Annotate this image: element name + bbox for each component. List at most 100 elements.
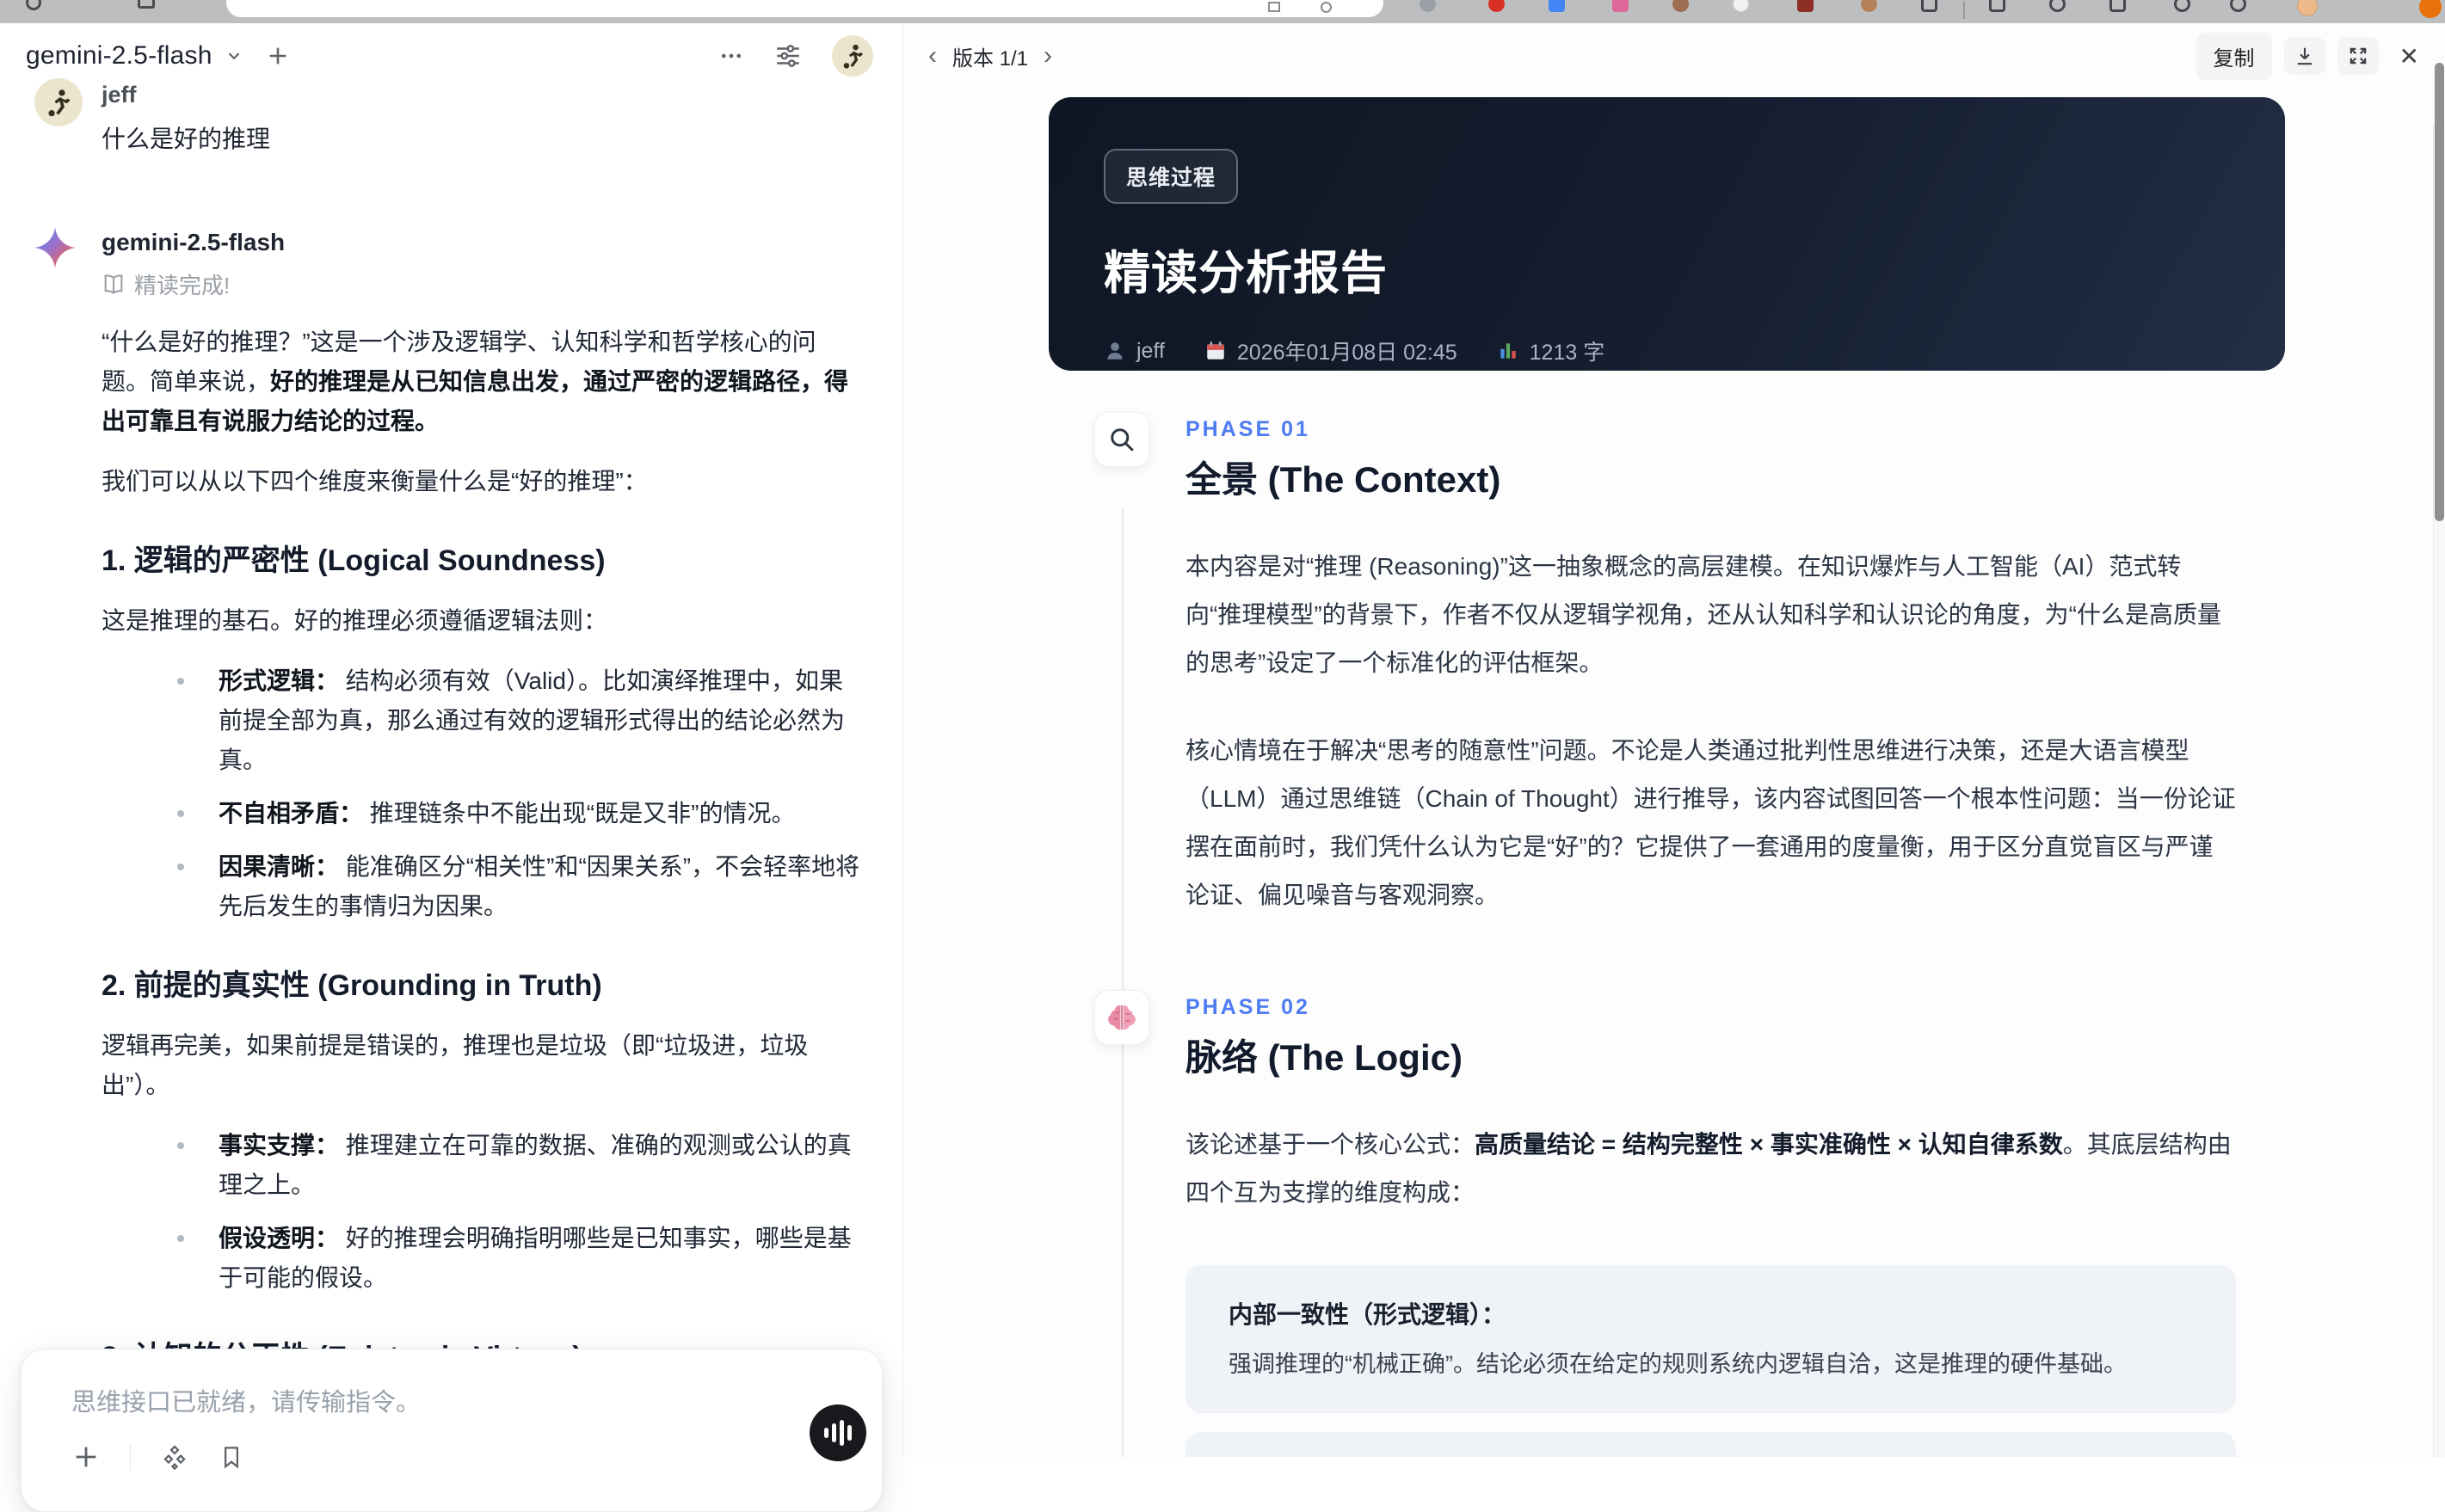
assistant-name: gemini-2.5-flash bbox=[102, 229, 859, 256]
list-item: 事实支撑： 推理建立在可靠的数据、准确的观测或公认的真理之上。 bbox=[102, 1126, 864, 1205]
voice-input-button[interactable] bbox=[810, 1404, 866, 1461]
brain-icon bbox=[1094, 990, 1149, 1045]
assistant-status: 精读完成! bbox=[102, 268, 859, 300]
bar-chart-icon bbox=[1497, 340, 1519, 362]
plus-icon bbox=[71, 1442, 101, 1472]
meta-datetime: 2026年01月08日 02:45 bbox=[1204, 335, 1457, 366]
new-chat-button[interactable] bbox=[266, 44, 290, 68]
section-heading: 1. 逻辑的严密性 (Logical Soundness) bbox=[102, 541, 864, 581]
next-version-button[interactable]: › bbox=[1040, 43, 1056, 69]
calendar-icon bbox=[1204, 340, 1227, 362]
address-bar[interactable] bbox=[226, 0, 1383, 17]
meta-word-count: 1213 字 bbox=[1497, 335, 1605, 366]
paragraph: “什么是好的推理？”这是一个涉及逻辑学、认知科学和哲学核心的问题。简单来说，好的… bbox=[102, 323, 864, 441]
dimension-cards: 内部一致性（形式逻辑）： 强调推理的“机械正确”。结论必须在给定的规则系统内逻辑… bbox=[1186, 1265, 2236, 1457]
composer[interactable]: 思维接口已就绪，请传输指令。 bbox=[21, 1349, 883, 1512]
app-window: gemini-2.5-flash bbox=[0, 23, 2445, 1457]
report-title: 精读分析报告 bbox=[1104, 235, 2230, 303]
extension-icon[interactable] bbox=[1989, 0, 2005, 12]
person-icon bbox=[1104, 340, 1126, 362]
model-title-label: gemini-2.5-flash bbox=[26, 41, 212, 71]
extension-icon[interactable] bbox=[1420, 0, 1436, 12]
apps-grid-icon[interactable] bbox=[138, 0, 155, 9]
extension-icon[interactable] bbox=[1672, 0, 1689, 12]
phase-paragraph: 该论述基于一个核心公式：高质量结论 = 结构完整性 × 事实准确性 × 认知自律… bbox=[1186, 1121, 2236, 1217]
bullet-list: 事实支撑： 推理建立在可靠的数据、准确的观测或公认的真理之上。 假设透明： 好的… bbox=[102, 1126, 864, 1298]
paragraph: 逻辑再完美，如果前提是错误的，推理也是垃圾（即“垃圾进，垃圾出”）。 bbox=[102, 1026, 864, 1105]
bullet-list: 形式逻辑： 结构必须有效（Valid）。比如演绎推理中，如果前提全部为真，那么通… bbox=[102, 661, 864, 926]
paragraph: 这是推理的基石。好的推理必须遵循逻辑法则： bbox=[102, 601, 864, 641]
close-artifact-button[interactable]: ✕ bbox=[2391, 42, 2424, 71]
composer-toolbar bbox=[71, 1442, 244, 1472]
footballer-avatar-icon bbox=[838, 41, 867, 71]
phase-2: PHASE 02 脉络 (The Logic) 该论述基于一个核心公式：高质量结… bbox=[1049, 995, 2285, 1457]
expand-icon bbox=[2347, 45, 2369, 67]
composer-placeholder: 思维接口已就绪，请传输指令。 bbox=[71, 1382, 421, 1418]
browser-toolbar bbox=[0, 0, 2445, 23]
bookmark-star-icon[interactable] bbox=[1321, 2, 1332, 13]
scrollbar-thumb[interactable] bbox=[2435, 63, 2444, 521]
copy-button[interactable]: 复制 bbox=[2196, 33, 2272, 80]
extension-icon[interactable] bbox=[2049, 0, 2066, 12]
download-button[interactable] bbox=[2284, 37, 2325, 75]
reload-icon[interactable] bbox=[26, 0, 41, 10]
model-selector[interactable]: gemini-2.5-flash bbox=[26, 41, 243, 71]
extension-icon[interactable] bbox=[1797, 0, 1814, 12]
attach-button[interactable] bbox=[71, 1442, 101, 1472]
tools-button[interactable] bbox=[160, 1442, 189, 1472]
phase-label: PHASE 02 bbox=[1186, 995, 2236, 1020]
footballer-avatar-icon bbox=[42, 86, 75, 119]
phase-title: 脉络 (The Logic) bbox=[1186, 1029, 2236, 1081]
phase-1: PHASE 01 全景 (The Context) 本内容是对“推理 (Reas… bbox=[1049, 417, 2285, 919]
version-label: 版本 1/1 bbox=[952, 41, 1028, 71]
toolbar-divider bbox=[1963, 2, 1965, 19]
list-item: 形式逻辑： 结构必须有效（Valid）。比如演绎推理中，如果前提全部为真，那么通… bbox=[102, 661, 864, 780]
jeff-avatar bbox=[34, 78, 83, 126]
extension-icon[interactable] bbox=[2419, 0, 2442, 18]
expand-button[interactable] bbox=[2337, 37, 2379, 75]
bookmark-button[interactable] bbox=[219, 1444, 244, 1470]
version-nav: ‹ 版本 1/1 › bbox=[925, 41, 1056, 71]
report-meta: jeff 2026年01月08日 02:45 bbox=[1104, 335, 2230, 366]
assistant-status-text: 精读完成! bbox=[134, 268, 230, 300]
extension-icon[interactable] bbox=[1612, 0, 1629, 12]
extension-icon[interactable] bbox=[1921, 0, 1937, 12]
report-document: 思维过程 精读分析报告 jeff 2026年01月08日 02:4 bbox=[1049, 97, 2285, 1457]
magnifier-icon bbox=[1094, 412, 1149, 467]
book-icon bbox=[102, 273, 126, 297]
user-name: jeff bbox=[102, 78, 270, 108]
sparkle-diamonds-icon bbox=[160, 1442, 189, 1472]
meta-author: jeff bbox=[1104, 339, 1165, 364]
list-item: 假设透明： 好的推理会明确指明哪些是已知事实，哪些是基于可能的假设。 bbox=[102, 1219, 864, 1298]
composer-divider bbox=[130, 1444, 131, 1470]
profile-avatar[interactable] bbox=[2297, 0, 2318, 16]
user-message: jeff 什么是好的推理 bbox=[34, 78, 859, 155]
phase-label: PHASE 01 bbox=[1186, 417, 2236, 442]
user-message-text: 什么是好的推理 bbox=[102, 120, 270, 155]
extension-icon[interactable] bbox=[1861, 0, 1877, 12]
waveform-icon bbox=[824, 1428, 828, 1438]
report-body: PHASE 01 全景 (The Context) 本内容是对“推理 (Reas… bbox=[1049, 371, 2285, 1457]
chat-header: gemini-2.5-flash bbox=[0, 23, 902, 77]
phase-paragraph: 核心情境在于解决“思考的随意性”问题。不论是人类通过批判性思维进行决策，还是大语… bbox=[1186, 727, 2236, 919]
artifact-toolbar: ‹ 版本 1/1 › 复制 ✕ bbox=[904, 23, 2445, 78]
chat-panel: gemini-2.5-flash bbox=[0, 23, 903, 1457]
assistant-message: gemini-2.5-flash 精读完成! “什么是好的推理？”这是一个涉及逻… bbox=[34, 229, 859, 1457]
extension-icon[interactable] bbox=[2174, 0, 2190, 12]
extension-icon[interactable] bbox=[2230, 0, 2246, 12]
extension-icon[interactable] bbox=[2109, 0, 2126, 12]
extension-icon[interactable] bbox=[1733, 0, 1749, 12]
more-options-button[interactable] bbox=[718, 43, 744, 69]
user-avatar-button[interactable] bbox=[832, 35, 873, 77]
dimension-card: 外部真实性（前提基础）： 强调推理的“经验校准”。解决“GIGO（垃圾进，垃圾出… bbox=[1186, 1432, 2236, 1457]
extension-icon[interactable] bbox=[1488, 0, 1505, 12]
phase-title: 全景 (The Context) bbox=[1186, 451, 2236, 503]
chevron-down-icon bbox=[225, 46, 243, 65]
message-list: jeff 什么是好的推理 gemini-2.5-flash bbox=[0, 77, 902, 1457]
list-item: 不自相矛盾： 推理链条中不能出现“既是又非”的情况。 bbox=[102, 794, 864, 833]
dimension-card: 内部一致性（形式逻辑）： 强调推理的“机械正确”。结论必须在给定的规则系统内逻辑… bbox=[1186, 1265, 2236, 1413]
translate-icon[interactable] bbox=[1268, 2, 1280, 12]
extension-icon[interactable] bbox=[1549, 0, 1565, 12]
settings-sliders-button[interactable] bbox=[773, 41, 803, 71]
prev-version-button[interactable]: ‹ bbox=[925, 43, 940, 69]
